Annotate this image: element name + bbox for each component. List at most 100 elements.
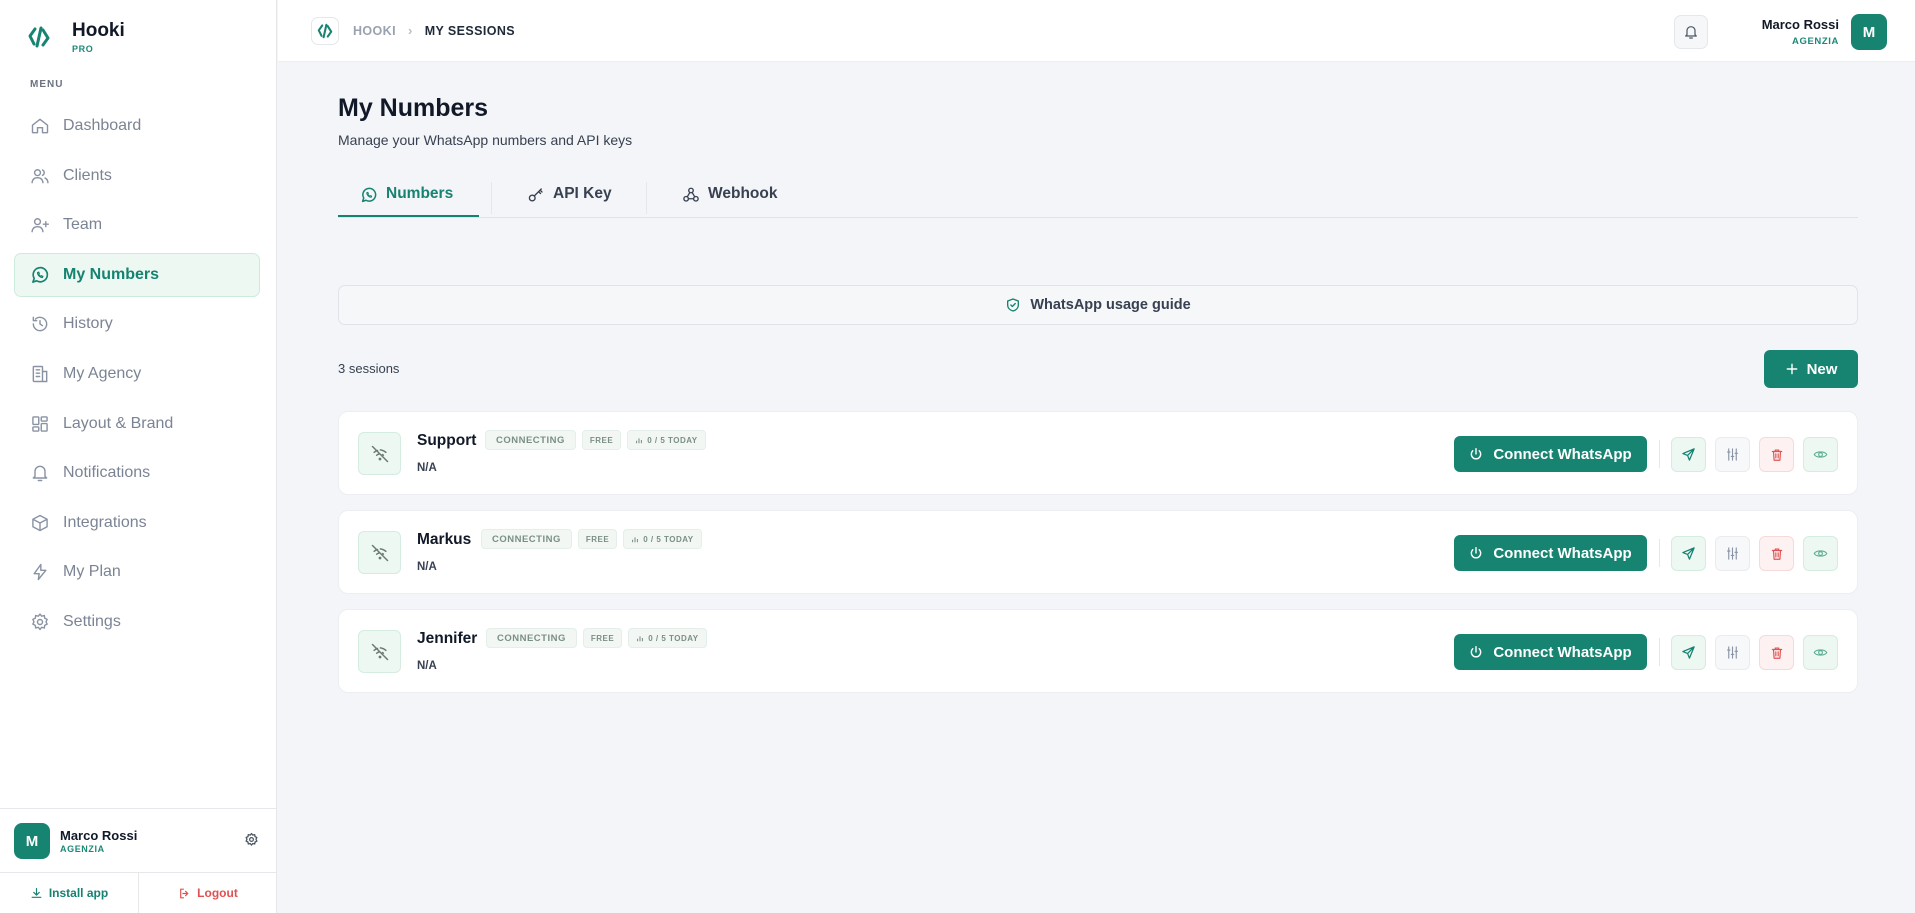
send-icon [1682, 547, 1695, 560]
send-icon [1682, 448, 1695, 461]
wifi-off-icon [358, 531, 401, 574]
new-session-button[interactable]: New [1764, 350, 1858, 388]
sidebar-item-label: Notifications [63, 464, 151, 482]
sidebar: Hooki PRO MENU Dashboard Clients Team My… [0, 0, 277, 913]
whatsapp-icon [29, 264, 51, 286]
sidebar-item-history[interactable]: History [14, 302, 260, 346]
sidebar-item-settings[interactable]: Settings [14, 600, 260, 644]
brand[interactable]: Hooki PRO [26, 20, 125, 54]
breadcrumb-current: MY SESSIONS [424, 23, 516, 38]
header-user[interactable]: Marco Rossi AGENZIA M [1762, 14, 1887, 50]
session-badges: CONNECTING FREE 0 / 5 TODAY [486, 628, 713, 648]
wifi-off-icon [358, 630, 401, 673]
connect-whatsapp-button[interactable]: Connect WhatsApp [1454, 634, 1647, 670]
power-icon [1470, 646, 1482, 658]
send-message-button[interactable] [1671, 437, 1706, 472]
view-session-button[interactable] [1803, 635, 1838, 670]
view-session-button[interactable] [1803, 536, 1838, 571]
action-divider [1659, 638, 1660, 666]
sidebar-item-integrations[interactable]: Integrations [14, 501, 260, 545]
tab-divider [491, 182, 492, 214]
user-plus-icon [29, 214, 51, 236]
connect-whatsapp-button[interactable]: Connect WhatsApp [1454, 535, 1647, 571]
hooki-logo-icon[interactable] [311, 17, 339, 45]
box-icon [29, 512, 51, 534]
sidebar-item-label: Team [63, 216, 103, 234]
send-message-button[interactable] [1671, 635, 1706, 670]
tab-webhook[interactable]: Webhook [682, 185, 777, 218]
tab-numbers[interactable]: Numbers [360, 185, 453, 218]
topbar: HOOKI › MY SESSIONS Marco Rossi AGENZIA … [278, 0, 1915, 62]
user-role: AGENZIA [60, 844, 105, 854]
tab-bar-divider [338, 217, 1858, 218]
sidebar-item-label: Settings [63, 612, 121, 630]
usage-label: 0 / 5 TODAY [648, 633, 699, 643]
status-badge: CONNECTING [481, 529, 572, 549]
action-divider [1659, 539, 1660, 567]
sidebar-item-my-numbers[interactable]: My Numbers [14, 252, 260, 297]
whatsapp-usage-guide-button[interactable]: WhatsApp usage guide [338, 285, 1858, 325]
sidebar-item-clients[interactable]: Clients [14, 154, 260, 198]
active-tab-indicator [338, 215, 479, 217]
eye-icon [1813, 550, 1828, 557]
view-session-button[interactable] [1803, 437, 1838, 472]
brand-name: Hooki [72, 20, 125, 41]
delete-session-button[interactable] [1759, 635, 1794, 670]
bell-icon [1685, 26, 1697, 39]
avatar[interactable]: M [14, 823, 50, 859]
gear-icon [29, 611, 51, 633]
install-app-button[interactable]: Install app [0, 873, 139, 913]
download-icon [31, 887, 42, 898]
logout-button[interactable]: Logout [139, 873, 277, 913]
sidebar-footer: Install app Logout [0, 872, 277, 913]
session-settings-button[interactable] [1715, 635, 1750, 670]
brand-tier: PRO [72, 44, 94, 54]
connect-label: Connect WhatsApp [1493, 445, 1632, 463]
session-badges: CONNECTING FREE 0 / 5 TODAY [485, 430, 712, 450]
user-name: Marco Rossi [60, 828, 138, 843]
send-message-button[interactable] [1671, 536, 1706, 571]
avatar[interactable]: M [1851, 14, 1887, 50]
sidebar-item-dashboard[interactable]: Dashboard [14, 104, 260, 148]
delete-session-button[interactable] [1759, 437, 1794, 472]
connect-whatsapp-button[interactable]: Connect WhatsApp [1454, 436, 1647, 472]
sliders-icon [1726, 448, 1739, 461]
usage-label: 0 / 5 TODAY [643, 534, 694, 544]
session-settings-button[interactable] [1715, 536, 1750, 571]
usage-badge: 0 / 5 TODAY [623, 529, 702, 549]
trash-icon [1771, 547, 1782, 560]
connect-label: Connect WhatsApp [1493, 544, 1632, 562]
notifications-button[interactable] [1674, 15, 1708, 49]
layout-icon [29, 413, 51, 435]
sidebar-nav: Dashboard Clients Team My Numbers Histor… [14, 104, 260, 650]
session-badges: CONNECTING FREE 0 / 5 TODAY [481, 529, 708, 549]
power-icon [1470, 547, 1482, 559]
hooki-logo-icon [26, 24, 52, 50]
sidebar-item-layout-brand[interactable]: Layout & Brand [14, 402, 260, 446]
sidebar-item-label: My Numbers [63, 265, 160, 283]
sidebar-item-notifications[interactable]: Notifications [14, 451, 260, 495]
tab-label: Numbers [386, 185, 454, 202]
tab-bar: Numbers API Key Webhook [338, 110, 1858, 218]
breadcrumb-root[interactable]: HOOKI [353, 24, 396, 38]
sidebar-item-label: Dashboard [63, 117, 142, 134]
power-icon [1470, 448, 1482, 460]
sidebar-item-label: My Agency [63, 364, 142, 382]
sidebar-item-team[interactable]: Team [14, 203, 260, 247]
session-number: N/A [417, 462, 437, 474]
sidebar-item-label: Integrations [63, 513, 147, 531]
sidebar-item-my-agency[interactable]: My Agency [14, 352, 260, 396]
delete-session-button[interactable] [1759, 536, 1794, 571]
session-count: 3 sessions [338, 361, 400, 376]
tab-api-key[interactable]: API Key [527, 185, 612, 218]
history-icon [29, 313, 51, 335]
sidebar-item-my-plan[interactable]: My Plan [14, 550, 260, 594]
trash-icon [1771, 646, 1782, 659]
status-badge: CONNECTING [486, 628, 577, 648]
action-divider [1659, 440, 1660, 468]
session-settings-button[interactable] [1715, 437, 1750, 472]
bar-chart-icon [632, 537, 639, 543]
logout-icon [180, 888, 189, 898]
wifi-off-icon [358, 432, 401, 475]
user-settings-gear-icon[interactable] [244, 832, 259, 852]
